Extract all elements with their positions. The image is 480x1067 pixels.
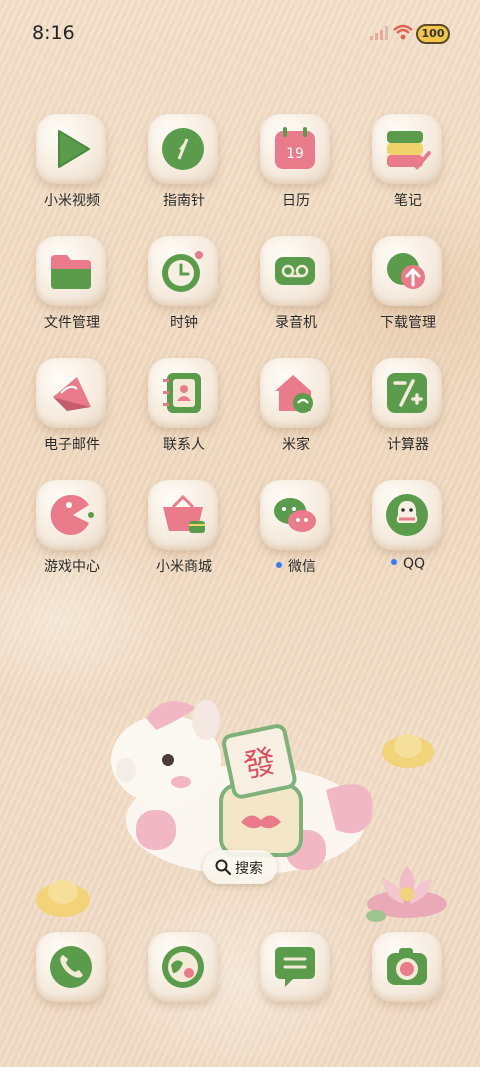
app-download-manager[interactable]: 下载管理 bbox=[352, 232, 464, 342]
app-label: QQ bbox=[352, 556, 464, 572]
app-contacts[interactable]: 联系人 bbox=[128, 354, 240, 464]
app-label: 联系人 bbox=[163, 437, 205, 453]
compass-icon bbox=[162, 128, 204, 170]
dock-browser[interactable] bbox=[128, 928, 240, 1038]
clock-icon bbox=[162, 251, 203, 292]
battery-indicator: 100 bbox=[416, 24, 450, 44]
app-xiaomi-video[interactable]: 小米视频 bbox=[16, 110, 128, 220]
app-recorder[interactable]: 录音机 bbox=[240, 232, 352, 342]
app-calendar[interactable]: 19 日历 bbox=[240, 110, 352, 220]
wechat-icon bbox=[274, 498, 316, 532]
folder-icon bbox=[51, 255, 91, 289]
new-badge-dot bbox=[390, 559, 397, 565]
app-label: 电子邮件 bbox=[44, 437, 100, 453]
app-qq[interactable]: QQ bbox=[352, 476, 464, 586]
download-icon bbox=[387, 253, 425, 289]
app-label: 指南针 bbox=[163, 193, 205, 209]
messages-icon bbox=[275, 947, 315, 987]
qq-icon bbox=[386, 494, 428, 536]
app-compass[interactable]: 指南针 bbox=[128, 110, 240, 220]
app-file-manager[interactable]: 文件管理 bbox=[16, 232, 128, 342]
app-xiaomi-store[interactable]: 小米商城 bbox=[128, 476, 240, 586]
dock-messages[interactable] bbox=[240, 928, 352, 1038]
app-email[interactable]: 电子邮件 bbox=[16, 354, 128, 464]
app-label: 小米商城 bbox=[156, 559, 212, 575]
app-calculator[interactable]: 计算器 bbox=[352, 354, 464, 464]
app-label: 计算器 bbox=[387, 437, 429, 453]
app-label: 日历 bbox=[282, 193, 310, 209]
gold-ingot-decoration bbox=[382, 734, 434, 768]
app-mijia[interactable]: 米家 bbox=[240, 354, 352, 464]
app-label: 米家 bbox=[282, 437, 310, 453]
mail-icon bbox=[53, 377, 91, 411]
dock bbox=[0, 928, 480, 1008]
home-icon bbox=[275, 375, 313, 413]
status-bar: 8:16 100 bbox=[0, 0, 480, 68]
app-clock[interactable]: 时钟 bbox=[128, 232, 240, 342]
play-icon bbox=[58, 130, 90, 168]
new-badge-dot bbox=[276, 562, 282, 568]
app-game-center[interactable]: 游戏中心 bbox=[16, 476, 128, 586]
dock-camera[interactable] bbox=[352, 928, 464, 1038]
app-notes[interactable]: 笔记 bbox=[352, 110, 464, 220]
app-label: 小米视频 bbox=[44, 193, 100, 209]
recorder-icon bbox=[275, 257, 315, 285]
app-label: 文件管理 bbox=[44, 315, 100, 331]
app-label: 微信 bbox=[240, 556, 352, 576]
contacts-icon bbox=[163, 373, 201, 413]
notes-icon bbox=[387, 131, 431, 170]
calendar-icon: 19 bbox=[275, 127, 315, 169]
signal-icon bbox=[370, 26, 388, 40]
lotus-decoration bbox=[366, 866, 447, 922]
app-label: 游戏中心 bbox=[44, 559, 100, 575]
app-label: 录音机 bbox=[275, 315, 317, 331]
calculator-icon bbox=[387, 373, 427, 413]
app-wechat[interactable]: 微信 bbox=[240, 476, 352, 586]
search-icon bbox=[215, 859, 231, 875]
camera-icon bbox=[387, 948, 427, 985]
game-icon bbox=[50, 494, 94, 535]
app-label: 下载管理 bbox=[380, 315, 436, 331]
status-time: 8:16 bbox=[32, 22, 75, 44]
gold-ingot-decoration bbox=[36, 880, 90, 917]
phone-icon bbox=[50, 946, 92, 988]
browser-icon bbox=[162, 946, 204, 988]
calendar-day: 19 bbox=[286, 146, 304, 162]
wifi-icon bbox=[393, 24, 413, 40]
search-button[interactable]: 搜索 bbox=[203, 850, 277, 884]
app-label: 时钟 bbox=[170, 315, 198, 331]
shop-icon bbox=[163, 494, 205, 533]
app-label: 笔记 bbox=[394, 193, 422, 209]
dock-phone[interactable] bbox=[16, 928, 128, 1038]
search-label: 搜索 bbox=[235, 861, 263, 877]
